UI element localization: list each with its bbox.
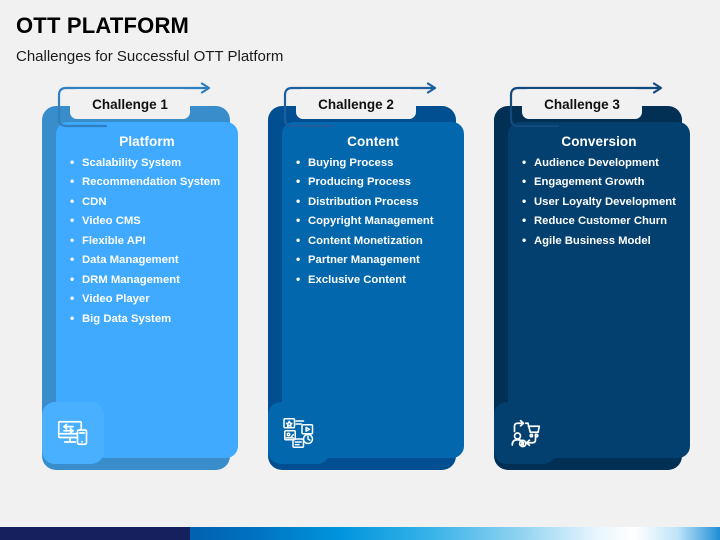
bottom-bar-navy-segment — [0, 527, 190, 540]
challenge-label-text-2: Challenge 2 — [318, 96, 394, 112]
list-item: Flexible API — [66, 233, 228, 249]
list-item: Buying Process — [292, 155, 454, 171]
page-header: OTT PLATFORM Challenges for Successful O… — [16, 13, 284, 66]
challenge-label-1: Challenge 1 — [56, 82, 242, 134]
panel-title-2: Content — [347, 134, 399, 149]
challenge-column-3: Conversion Audience Development Engageme… — [494, 82, 694, 484]
bullet-list-1: Scalability System Recommendation System… — [66, 155, 228, 327]
list-item: DRM Management — [66, 272, 228, 288]
list-item: Data Management — [66, 252, 228, 268]
list-item: Engagement Growth — [518, 174, 680, 190]
list-item: User Loyalty Development — [518, 194, 680, 210]
media-content-icon — [283, 418, 314, 448]
list-item: Video Player — [66, 291, 228, 307]
list-item: Copyright Management — [292, 213, 454, 229]
challenge-label-text-3: Challenge 3 — [544, 96, 620, 112]
list-item: Agile Business Model — [518, 233, 680, 249]
customer-cart-conversion-icon — [511, 419, 541, 448]
list-item: Reduce Customer Churn — [518, 213, 680, 229]
list-item: Big Data System — [66, 311, 228, 327]
list-item: Recommendation System — [66, 174, 228, 190]
bullet-list-3: Audience Development Engagement Growth U… — [518, 155, 680, 249]
challenge-column-1: Platform Scalability System Recommendati… — [42, 82, 242, 484]
challenge-label-2: Challenge 2 — [282, 82, 468, 134]
list-item: Distribution Process — [292, 194, 454, 210]
list-item: Scalability System — [66, 155, 228, 171]
list-item: Partner Management — [292, 252, 454, 268]
bullet-list-2: Buying Process Producing Process Distrib… — [292, 155, 454, 288]
challenge-label-text-1: Challenge 1 — [92, 96, 168, 112]
panel-title-3: Conversion — [561, 134, 637, 149]
icon-badge-2 — [268, 402, 330, 464]
bottom-bar-gradient-segment — [190, 527, 720, 540]
list-item: Content Monetization — [292, 233, 454, 249]
devices-sync-icon — [57, 420, 88, 446]
list-item: Producing Process — [292, 174, 454, 190]
panel-title-1: Platform — [119, 134, 175, 149]
list-item: Video CMS — [66, 213, 228, 229]
page-subtitle: Challenges for Successful OTT Platform — [16, 48, 284, 66]
list-item: Exclusive Content — [292, 272, 454, 288]
challenge-columns: Platform Scalability System Recommendati… — [0, 82, 720, 484]
challenge-label-3: Challenge 3 — [508, 82, 694, 134]
list-item: Audience Development — [518, 155, 680, 171]
page-title: OTT PLATFORM — [16, 13, 190, 38]
challenge-label-box-1: Challenge 1 — [70, 89, 190, 119]
icon-badge-1 — [42, 402, 104, 464]
bottom-accent-bar — [0, 527, 720, 540]
icon-badge-3 — [494, 402, 556, 464]
list-item: CDN — [66, 194, 228, 210]
challenge-label-box-2: Challenge 2 — [296, 89, 416, 119]
challenge-column-2: Content Buying Process Producing Process… — [268, 82, 468, 484]
challenge-label-box-3: Challenge 3 — [522, 89, 642, 119]
